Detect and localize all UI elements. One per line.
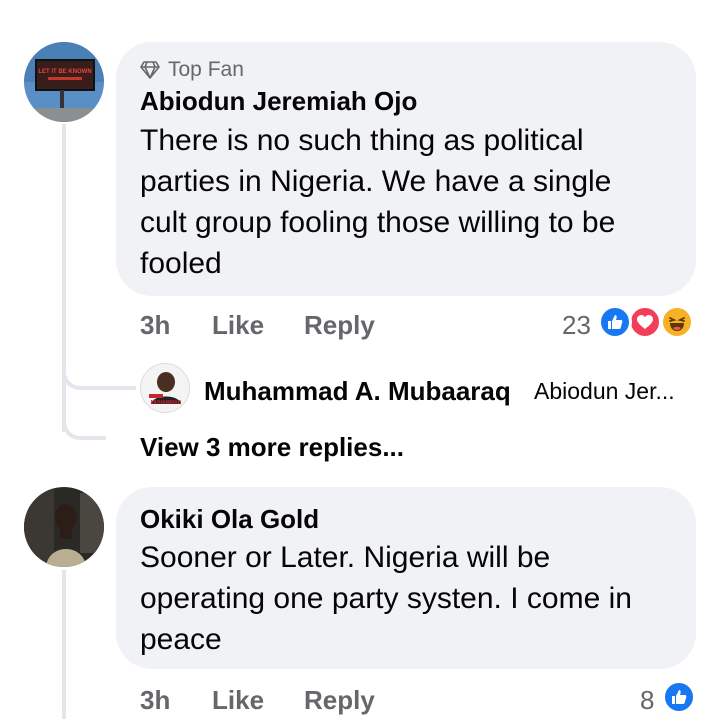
thread-branch-more: [62, 400, 106, 440]
comment-text-line: cult group fooling those willing to be: [140, 206, 616, 239]
avatar-label: MUHAMMAD: [151, 400, 182, 406]
comment-time[interactable]: 3h: [140, 685, 170, 716]
avatar[interactable]: LET IT BE KNOWN: [24, 42, 104, 122]
comment-author[interactable]: Abiodun Jeremiah Ojo: [140, 86, 417, 117]
comment-text-line: parties in Nigeria. We have a single: [140, 165, 612, 198]
comment-text-line: fooled: [140, 247, 222, 280]
reactions[interactable]: [662, 680, 698, 716]
reaction-count[interactable]: 23: [562, 310, 591, 341]
comment-text-line: There is no such thing as political: [140, 124, 584, 157]
thread-line: [62, 124, 66, 432]
billboard-avatar-image: LET IT BE KNOWN: [24, 42, 104, 122]
badge-label: Top Fan: [168, 58, 244, 81]
billboard-text: LET IT BE KNOWN: [38, 69, 91, 75]
reply-author[interactable]: Muhammad A. Mubaaraq: [204, 376, 511, 407]
comment-author[interactable]: Okiki Ola Gold: [140, 504, 319, 535]
reaction-count[interactable]: 8: [640, 685, 654, 716]
comment-text-line: Sooner or Later. Nigeria will be: [140, 541, 551, 574]
reply-avatar[interactable]: MUHAMMAD: [140, 363, 190, 413]
comment-text-line: operating one party systen. I come in: [140, 582, 632, 615]
like-icon: [598, 305, 632, 339]
thread-branch-reply: [62, 350, 136, 390]
reply-avatar-image: MUHAMMAD: [149, 372, 182, 406]
diamond-icon: [140, 61, 160, 79]
like-button[interactable]: Like: [212, 685, 264, 716]
avatar[interactable]: [24, 487, 104, 567]
person-avatar-image: [24, 487, 104, 567]
top-fan-badge: Top Fan: [140, 58, 244, 82]
comment-text-line: peace: [140, 623, 222, 656]
thread-line-2: [62, 570, 66, 719]
reply-button[interactable]: Reply: [304, 310, 375, 341]
view-more-replies-link[interactable]: View 3 more replies...: [140, 432, 404, 463]
like-icon: [662, 680, 696, 714]
like-button[interactable]: Like: [212, 310, 264, 341]
comment-time[interactable]: 3h: [140, 310, 170, 341]
reactions[interactable]: [598, 305, 698, 341]
reply-button[interactable]: Reply: [304, 685, 375, 716]
love-icon: [628, 305, 662, 339]
comment-text: There is no such thing as political part…: [140, 120, 680, 284]
reply-snippet[interactable]: Abiodun Jer...: [534, 378, 675, 405]
comment-text: Sooner or Later. Nigeria will be operati…: [140, 537, 680, 660]
haha-icon: [660, 305, 694, 339]
